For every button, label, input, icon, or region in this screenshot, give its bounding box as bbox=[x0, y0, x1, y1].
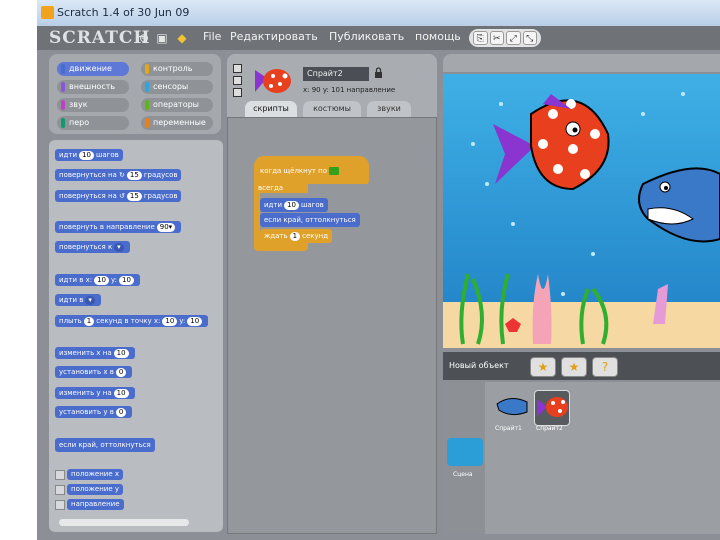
tab-sounds[interactable]: звуки bbox=[367, 101, 411, 117]
block-change-x[interactable]: изменить x на 10 bbox=[55, 347, 135, 359]
save-icon[interactable]: ▣ bbox=[155, 31, 169, 45]
block-set-x[interactable]: установить x в0 bbox=[55, 366, 133, 378]
flip-style-icon[interactable] bbox=[233, 76, 242, 85]
category-pen[interactable]: перо bbox=[57, 116, 129, 130]
block-point-direction[interactable]: повернуть в направление 90▾ bbox=[55, 221, 182, 233]
category-variables[interactable]: переменные bbox=[141, 116, 213, 130]
rotation-style-icon[interactable] bbox=[233, 64, 242, 73]
block-turn-left[interactable]: повернуться на ↺ 15 градусов bbox=[55, 190, 182, 202]
delete-tool-icon[interactable]: ✂ bbox=[489, 31, 504, 45]
polka-fish-sprite-icon bbox=[537, 397, 568, 417]
category-sensing[interactable]: сенсоры bbox=[141, 80, 213, 94]
menu-help[interactable]: помощь bbox=[415, 30, 461, 43]
sprite2-thumbnail[interactable] bbox=[534, 390, 570, 426]
block-glide[interactable]: плыть 1 секунд в точку x: 10 y: 10 bbox=[55, 315, 209, 327]
new-sprite-label: Новый объект bbox=[449, 361, 509, 370]
reporter-direction[interactable]: направление bbox=[67, 499, 124, 510]
forever-foot bbox=[254, 241, 308, 251]
checkbox-x-position[interactable] bbox=[55, 470, 65, 480]
sprite2-label: Спрайт2 bbox=[536, 425, 563, 432]
category-sound[interactable]: звук bbox=[57, 98, 129, 112]
grow-tool-icon[interactable]: ⤢ bbox=[506, 31, 521, 45]
stage-header bbox=[443, 54, 720, 72]
choose-sprite-file-icon[interactable]: ★ bbox=[561, 357, 587, 377]
block-palette: идти 10 шагов повернуться на ↻ 15 градусов п… bbox=[49, 140, 223, 532]
reporter-x-position[interactable]: положение x bbox=[67, 469, 124, 480]
block-set-y[interactable]: установить y в0 bbox=[55, 406, 133, 418]
share-icon[interactable]: ◆ bbox=[175, 31, 189, 45]
menu-bar: SCRATCH ⊕ ▣ ◆ File Редактировать Публико… bbox=[37, 26, 720, 50]
menu-file[interactable]: File bbox=[203, 30, 221, 43]
app-icon bbox=[41, 6, 54, 19]
block-move[interactable]: идти 10 шагов bbox=[55, 149, 123, 161]
shrink-tool-icon[interactable]: ⤡ bbox=[522, 31, 537, 45]
block-turn-right[interactable]: повернуться на ↻ 15 градусов bbox=[55, 169, 182, 181]
sprite-coordinates: x: 90 y: 101 направление bbox=[303, 86, 396, 94]
block-forever[interactable]: всегда bbox=[254, 183, 308, 193]
stage-scene bbox=[443, 74, 720, 348]
menu-share[interactable]: Публиковать bbox=[329, 30, 404, 43]
category-selector: движение контроль внешность сенсоры звук… bbox=[49, 54, 221, 134]
palette-scrollbar[interactable] bbox=[59, 519, 189, 526]
stage-label: Сцена bbox=[453, 471, 473, 478]
title-bar: Scratch 1.4 of 30 Jun 09 bbox=[37, 0, 720, 26]
script-block-move[interactable]: идти 10 шагов bbox=[260, 198, 328, 212]
category-motion[interactable]: движение bbox=[57, 62, 129, 76]
checkbox-direction[interactable] bbox=[55, 500, 65, 510]
tab-scripts[interactable]: скрипты bbox=[245, 101, 297, 117]
dropdown-arrow-icon[interactable]: ▾ bbox=[85, 296, 95, 305]
block-change-y[interactable]: изменить y на 10 bbox=[55, 387, 135, 399]
block-goto-xy[interactable]: идти в x: 10 y: 10 bbox=[55, 274, 140, 286]
category-operators[interactable]: операторы bbox=[141, 98, 213, 112]
category-control[interactable]: контроль bbox=[141, 62, 213, 76]
block-when-flag-clicked[interactable]: когда щёлкнут по bbox=[254, 156, 369, 184]
menu-edit[interactable]: Редактировать bbox=[230, 30, 318, 43]
stage-thumbnail[interactable] bbox=[447, 438, 483, 466]
category-looks[interactable]: внешность bbox=[57, 80, 129, 94]
block-bounce[interactable]: если край, оттолкнуться bbox=[55, 438, 155, 452]
globe-icon[interactable]: ⊕ bbox=[137, 31, 151, 45]
lock-icon[interactable] bbox=[374, 67, 383, 79]
random-sprite-icon[interactable]: ? bbox=[592, 357, 618, 377]
sprite-thumbnail-icon bbox=[255, 69, 291, 93]
tab-costumes[interactable]: костюмы bbox=[303, 101, 361, 117]
shark-sprite-icon bbox=[496, 398, 528, 416]
scratch-window: Scratch 1.4 of 30 Jun 09 SCRATCH ⊕ ▣ ◆ F… bbox=[37, 0, 720, 540]
block-point-towards[interactable]: повернуться к ▾ bbox=[55, 241, 130, 253]
stage[interactable] bbox=[443, 74, 720, 348]
reporter-y-position[interactable]: положение y bbox=[67, 484, 124, 495]
green-flag-icon bbox=[329, 167, 340, 175]
scratch-logo: SCRATCH bbox=[49, 28, 151, 48]
stage-tools: ⎘ ✂ ⤢ ⤡ bbox=[469, 29, 541, 47]
sprite1-label: Спрайт1 bbox=[495, 425, 522, 432]
window-title: Scratch 1.4 of 30 Jun 09 bbox=[57, 6, 190, 19]
script-block-bounce[interactable]: если край, оттолкнуться bbox=[260, 213, 360, 227]
no-rotate-icon[interactable] bbox=[233, 88, 242, 97]
checkbox-y-position[interactable] bbox=[55, 485, 65, 495]
sprite-name-field[interactable]: Спрайт2 bbox=[303, 67, 369, 81]
duplicate-tool-icon[interactable]: ⎘ bbox=[473, 31, 488, 45]
sprite1-thumbnail[interactable] bbox=[493, 390, 529, 426]
left-page-margin bbox=[29, 0, 37, 540]
dropdown-arrow-icon[interactable]: ▾ bbox=[114, 243, 124, 252]
paint-new-sprite-icon[interactable]: ★ bbox=[530, 357, 556, 377]
block-goto[interactable]: идти в ▾ bbox=[55, 294, 101, 306]
